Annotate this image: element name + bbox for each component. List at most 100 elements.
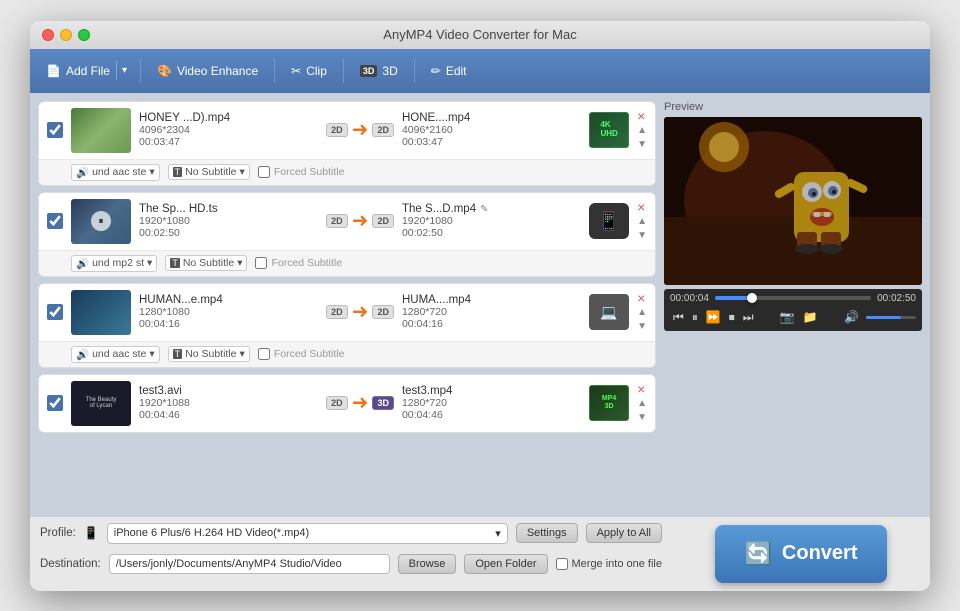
control-buttons: ⏮ ⏸ ⏩ ⏹ ⏭ 📷 📁 🔊	[670, 308, 916, 327]
item-up-1[interactable]: ▲	[637, 125, 647, 137]
item-down-4[interactable]: ▼	[637, 412, 647, 424]
input-dim-1: 2D	[326, 123, 348, 137]
item-up-2[interactable]: ▲	[637, 216, 647, 228]
subtitle-select-2[interactable]: T No Subtitle ▾	[165, 255, 247, 271]
volume-bar[interactable]	[866, 316, 916, 319]
close-button[interactable]	[42, 29, 54, 41]
volume-icon[interactable]: 🔊	[841, 308, 862, 326]
edit-name-2[interactable]: ✎	[480, 204, 488, 215]
item-close-1[interactable]: ×	[637, 109, 645, 123]
profile-phone-icon: 📱	[84, 526, 99, 540]
output-dur-2: 00:02:50	[402, 227, 581, 239]
time-row: 00:00:04 00:02:50	[670, 293, 916, 304]
convert-arrow-4: ➜	[352, 393, 369, 413]
file-item-4-top: The Beautyof Lycan test3.avi 1920*1088 0…	[39, 375, 655, 432]
format-thumb-4[interactable]: MP43D	[589, 385, 629, 421]
file-dur-1: 00:03:47	[139, 136, 318, 148]
forced-sub-check-3[interactable]	[258, 348, 270, 360]
file-info-1: HONEY ...D).mp4 4096*2304 00:03:47	[139, 112, 318, 148]
settings-button[interactable]: Settings	[516, 523, 578, 543]
item-down-1[interactable]: ▼	[637, 139, 647, 151]
add-file-dropdown-arrow[interactable]: ▾	[116, 61, 132, 80]
audio-chevron-1: ▾	[149, 166, 154, 178]
skip-back-button[interactable]: ⏮	[670, 308, 687, 327]
file-item-1: HONEY ...D).mp4 4096*2304 00:03:47 2D ➜ …	[38, 101, 656, 186]
fast-forward-button[interactable]: ⏩	[703, 308, 724, 326]
file-item-4: The Beautyof Lycan test3.avi 1920*1088 0…	[38, 374, 656, 433]
output-info-3: HUMA....mp4 1280*720 00:04:16	[402, 294, 581, 330]
clip-button[interactable]: ✂ Clip	[283, 60, 335, 82]
browse-button[interactable]: Browse	[398, 554, 457, 574]
file-checkbox-2[interactable]	[47, 213, 63, 229]
open-folder-button[interactable]: Open Folder	[464, 554, 547, 574]
item-close-2[interactable]: ×	[637, 200, 645, 214]
subtitle-icon-2: T	[170, 258, 180, 268]
file-thumbnail-4: The Beautyof Lycan	[71, 381, 131, 426]
main-content: HONEY ...D).mp4 4096*2304 00:03:47 2D ➜ …	[30, 93, 930, 516]
toolbar: 📄 Add File ▾ 🎨 Video Enhance ✂ Clip 3D 3…	[30, 49, 930, 93]
audio-icon-1: 🔊	[76, 166, 89, 179]
scissors-icon: ✂	[291, 64, 301, 78]
bottom-left: Profile: 📱 iPhone 6 Plus/6 H.264 HD Vide…	[30, 517, 672, 591]
video-enhance-button[interactable]: 🎨 Video Enhance	[149, 60, 266, 82]
file-item-2-bottom: 🔊 und mp2 st ▾ T No Subtitle ▾ Forced Su…	[39, 250, 655, 276]
current-time: 00:00:04	[670, 293, 709, 304]
arrow-area-4: 2D ➜ 3D	[326, 393, 394, 413]
item-up-3[interactable]: ▲	[637, 307, 647, 319]
edit-button[interactable]: ✏ Edit	[423, 60, 475, 82]
profile-chevron: ▾	[495, 527, 501, 540]
forced-subtitle-2: Forced Subtitle	[255, 257, 342, 269]
item-up-4[interactable]: ▲	[637, 398, 647, 410]
subtitle-select-3[interactable]: T No Subtitle ▾	[168, 346, 250, 362]
file-item-1-top: HONEY ...D).mp4 4096*2304 00:03:47 2D ➜ …	[39, 102, 655, 159]
forced-sub-check-1[interactable]	[258, 166, 270, 178]
format-thumb-3[interactable]: 💻	[589, 294, 629, 330]
item-close-4[interactable]: ×	[637, 382, 645, 396]
subtitle-select-1[interactable]: T No Subtitle ▾	[168, 164, 250, 180]
format-thumb-2[interactable]: 📱	[589, 203, 629, 239]
file-info-4: test3.avi 1920*1088 00:04:46	[139, 385, 318, 421]
item-down-2[interactable]: ▼	[637, 230, 647, 242]
pause-button[interactable]: ⏸	[689, 308, 701, 327]
output-info-2: The S...D.mp4 ✎ 1920*1080 00:02:50	[402, 203, 581, 239]
toolbar-sep-3	[343, 59, 344, 83]
forced-subtitle-1: Forced Subtitle	[258, 166, 345, 178]
convert-arrow-3: ➜	[352, 302, 369, 322]
file-res-2: 1920*1080	[139, 215, 318, 227]
file-name-4: test3.avi	[139, 385, 318, 397]
profile-label: Profile:	[40, 527, 76, 539]
skip-forward-button[interactable]: ⏭	[740, 308, 757, 327]
maximize-button[interactable]	[78, 29, 90, 41]
file-thumbnail-1	[71, 108, 131, 153]
forced-sub-check-2[interactable]	[255, 257, 267, 269]
subtitle-icon-1: T	[173, 167, 183, 177]
minimize-button[interactable]	[60, 29, 72, 41]
audio-select-3[interactable]: 🔊 und aac ste ▾	[71, 346, 160, 363]
file-item-2: ⏸ The Sp... HD.ts 1920*1080 00:02:50 2D …	[38, 192, 656, 277]
3d-button[interactable]: 3D 3D	[352, 60, 406, 82]
preview-frame	[664, 117, 922, 285]
convert-button[interactable]: 🔄 Convert	[715, 525, 888, 583]
screenshot-button[interactable]: 📷	[777, 308, 798, 326]
audio-select-1[interactable]: 🔊 und aac ste ▾	[71, 164, 160, 181]
file-checkbox-1[interactable]	[47, 122, 63, 138]
stop-button[interactable]: ⏹	[726, 308, 738, 327]
progress-bar[interactable]	[715, 296, 871, 300]
add-file-button[interactable]: 📄 Add File	[40, 60, 116, 82]
destination-input[interactable]	[109, 554, 390, 574]
item-down-3[interactable]: ▼	[637, 321, 647, 333]
file-thumbnail-3	[71, 290, 131, 335]
add-file-group[interactable]: 📄 Add File ▾	[40, 60, 132, 82]
output-dur-3: 00:04:16	[402, 318, 581, 330]
audio-select-2[interactable]: 🔊 und mp2 st ▾	[71, 255, 157, 272]
file-checkbox-4[interactable]	[47, 395, 63, 411]
format-thumb-1[interactable]: 4KUHD	[589, 112, 629, 148]
folder-button[interactable]: 📁	[800, 308, 821, 326]
profile-select[interactable]: iPhone 6 Plus/6 H.264 HD Video(*.mp4) ▾	[107, 523, 508, 544]
file-checkbox-3[interactable]	[47, 304, 63, 320]
output-name-3: HUMA....mp4	[402, 294, 581, 306]
merge-checkbox[interactable]	[556, 558, 568, 570]
apply-all-button[interactable]: Apply to All	[586, 523, 662, 543]
item-close-3[interactable]: ×	[637, 291, 645, 305]
window-title: AnyMP4 Video Converter for Mac	[383, 27, 576, 42]
